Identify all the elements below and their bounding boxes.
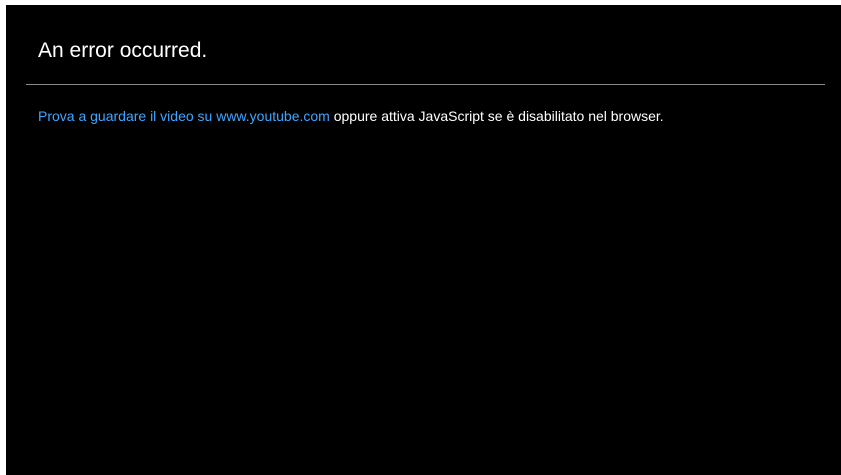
watch-on-youtube-link[interactable]: Prova a guardare il video su www.youtube… bbox=[38, 108, 330, 124]
video-player-error-frame: An error occurred. Prova a guardare il v… bbox=[6, 5, 841, 475]
title-divider bbox=[26, 84, 825, 85]
error-message: Prova a guardare il video su www.youtube… bbox=[38, 108, 664, 124]
error-title: An error occurred. bbox=[38, 39, 208, 62]
error-message-rest: oppure attiva JavaScript se è disabilita… bbox=[329, 108, 664, 124]
